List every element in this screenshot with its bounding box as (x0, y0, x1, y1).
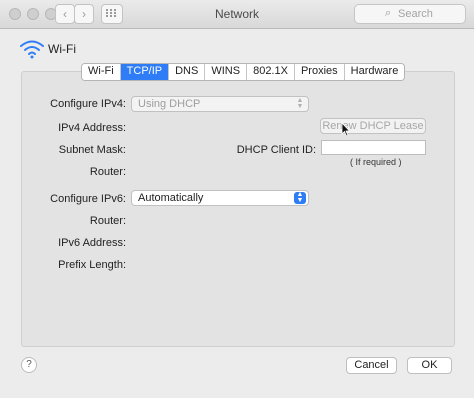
search-icon: ⌕ (385, 7, 392, 19)
tab-hardware[interactable]: Hardware (344, 64, 405, 80)
configure-ipv4-label: Configure IPv4: (50, 98, 126, 110)
help-button[interactable]: ? (21, 357, 37, 373)
ipv6-address-label: IPv6 Address: (58, 237, 126, 249)
search-placeholder: Search (398, 8, 433, 20)
configure-ipv4-value: Using DHCP (138, 98, 201, 110)
ipv4-router-label: Router: (89, 166, 126, 178)
interface-name: Wi-Fi (48, 42, 76, 56)
configure-ipv6-label: Configure IPv6: (50, 193, 126, 205)
tab-proxies[interactable]: Proxies (294, 64, 345, 80)
dhcp-client-id-input[interactable] (321, 140, 426, 155)
tab-tcpip[interactable]: TCP/IP (120, 64, 170, 80)
tab-wins[interactable]: WINS (205, 64, 248, 80)
client-id-hint: ( If required ) (350, 157, 402, 167)
settings-panel (21, 71, 455, 347)
mouse-cursor-icon (341, 122, 351, 137)
configure-ipv4-popup[interactable]: Using DHCP ▲ ▼ (131, 96, 309, 112)
popup-arrows-icon: ▲ ▼ (294, 191, 306, 204)
popup-arrows-icon: ▲ ▼ (296, 97, 304, 110)
subnet-mask-label: Subnet Mask: (58, 144, 126, 156)
ok-button[interactable]: OK (407, 357, 452, 374)
tab-bar: Wi-Fi TCP/IP DNS WINS 802.1X Proxies Har… (81, 63, 406, 81)
renew-dhcp-lease-button[interactable]: Renew DHCP Lease (320, 118, 426, 134)
tab-wifi[interactable]: Wi-Fi (82, 64, 121, 80)
tab-dns[interactable]: DNS (169, 64, 206, 80)
cancel-button[interactable]: Cancel (346, 357, 397, 374)
configure-ipv6-value: Automatically (138, 192, 204, 204)
ipv4-address-label: IPv4 Address: (58, 122, 126, 134)
search-field[interactable]: ⌕ Search (354, 4, 466, 24)
ipv6-router-label: Router: (89, 215, 126, 227)
configure-ipv6-popup[interactable]: Automatically ▲ ▼ (131, 190, 309, 206)
tab-8021x[interactable]: 802.1X (247, 64, 295, 80)
wifi-icon (20, 40, 44, 59)
dhcp-client-id-label: DHCP Client ID: (236, 144, 316, 156)
title-bar: ‹ › Network ⌕ Search (0, 0, 474, 29)
prefix-length-label: Prefix Length: (58, 259, 126, 271)
